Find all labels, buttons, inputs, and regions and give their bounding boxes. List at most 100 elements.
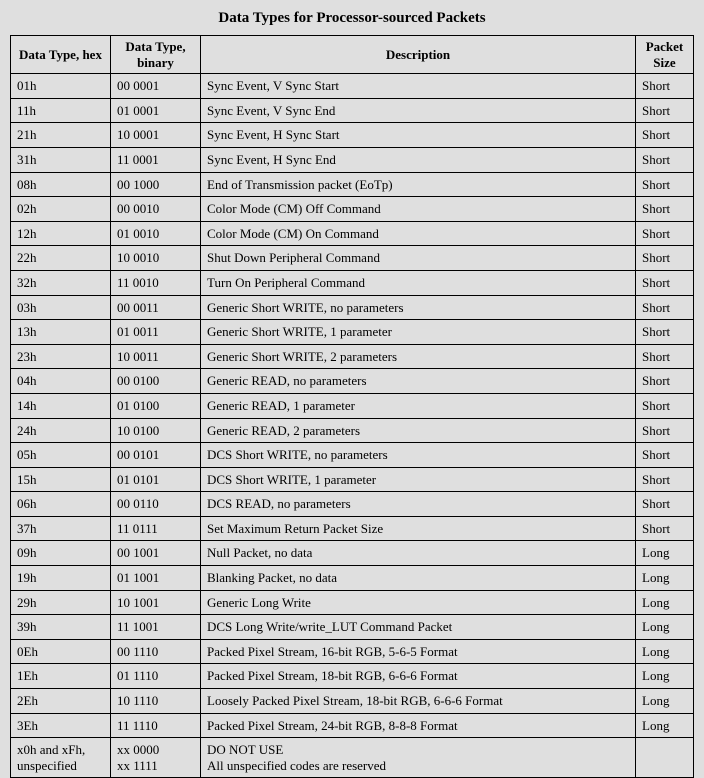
cell-hex: 1Eh [11, 664, 111, 689]
cell-hex: 14h [11, 393, 111, 418]
table-row: 03h00 0011Generic Short WRITE, no parame… [11, 295, 694, 320]
cell-size: Short [636, 98, 694, 123]
cell-size: Long [636, 590, 694, 615]
cell-bin: 01 0101 [111, 467, 201, 492]
table-row: 06h00 0110DCS READ, no parametersShort [11, 492, 694, 517]
cell-size: Long [636, 664, 694, 689]
table-row: 3Eh11 1110Packed Pixel Stream, 24-bit RG… [11, 713, 694, 738]
table-row: 05h00 0101DCS Short WRITE, no parameters… [11, 443, 694, 468]
cell-size: Short [636, 443, 694, 468]
cell-size: Long [636, 713, 694, 738]
cell-bin: 00 1110 [111, 639, 201, 664]
table-row: 13h01 0011Generic Short WRITE, 1 paramet… [11, 320, 694, 345]
cell-bin: 00 0011 [111, 295, 201, 320]
cell-hex: 08h [11, 172, 111, 197]
table-row: 12h01 0010Color Mode (CM) On CommandShor… [11, 221, 694, 246]
cell-desc: Generic Long Write [201, 590, 636, 615]
cell-hex: 12h [11, 221, 111, 246]
table-row: 0Eh00 1110Packed Pixel Stream, 16-bit RG… [11, 639, 694, 664]
cell-size: Short [636, 369, 694, 394]
cell-size: Short [636, 492, 694, 517]
table-header-row: Data Type, hex Data Type, binary Descrip… [11, 36, 694, 74]
cell-desc: Blanking Packet, no data [201, 566, 636, 591]
cell-hex: 21h [11, 123, 111, 148]
cell-size: Short [636, 221, 694, 246]
cell-desc: Generic Short WRITE, 1 parameter [201, 320, 636, 345]
table-row: 32h11 0010Turn On Peripheral CommandShor… [11, 270, 694, 295]
cell-desc: End of Transmission packet (EoTp) [201, 172, 636, 197]
cell-hex: 23h [11, 344, 111, 369]
table-row: 09h00 1001Null Packet, no dataLong [11, 541, 694, 566]
cell-hex: 29h [11, 590, 111, 615]
cell-desc: DCS Short WRITE, no parameters [201, 443, 636, 468]
cell-desc: Packed Pixel Stream, 24-bit RGB, 8-8-8 F… [201, 713, 636, 738]
cell-hex: 09h [11, 541, 111, 566]
cell-size: Short [636, 393, 694, 418]
cell-desc: Generic READ, 1 parameter [201, 393, 636, 418]
table-row: 23h10 0011Generic Short WRITE, 2 paramet… [11, 344, 694, 369]
cell-size: Short [636, 123, 694, 148]
cell-size: Long [636, 541, 694, 566]
cell-desc: Sync Event, H Sync Start [201, 123, 636, 148]
table-row: 39h11 1001DCS Long Write/write_LUT Comma… [11, 615, 694, 640]
cell-bin: 11 0010 [111, 270, 201, 295]
cell-hex: 0Eh [11, 639, 111, 664]
cell-size: Short [636, 516, 694, 541]
cell-desc: Loosely Packed Pixel Stream, 18-bit RGB,… [201, 689, 636, 714]
cell-bin: 11 0001 [111, 147, 201, 172]
cell-bin: 11 1001 [111, 615, 201, 640]
cell-bin: 10 0100 [111, 418, 201, 443]
table-row: 21h10 0001Sync Event, H Sync StartShort [11, 123, 694, 148]
cell-size: Short [636, 246, 694, 271]
cell-desc: Packed Pixel Stream, 16-bit RGB, 5-6-5 F… [201, 639, 636, 664]
table-row: 15h01 0101DCS Short WRITE, 1 parameterSh… [11, 467, 694, 492]
cell-hex: 31h [11, 147, 111, 172]
cell-hex: 15h [11, 467, 111, 492]
cell-size: Short [636, 74, 694, 99]
cell-bin: 01 1110 [111, 664, 201, 689]
cell-bin: 01 0001 [111, 98, 201, 123]
cell-hex: 19h [11, 566, 111, 591]
cell-desc: Generic READ, 2 parameters [201, 418, 636, 443]
cell-desc: Generic Short WRITE, no parameters [201, 295, 636, 320]
table-title: Data Types for Processor-sourced Packets [10, 6, 694, 35]
cell-bin: 11 0111 [111, 516, 201, 541]
cell-size: Short [636, 172, 694, 197]
cell-size: Short [636, 344, 694, 369]
table-row-reserved: x0h and xFh, unspecified xx 0000xx 1111 … [11, 738, 694, 778]
cell-hex: 02h [11, 197, 111, 222]
cell-desc-reserved: DO NOT USEAll unspecified codes are rese… [201, 738, 636, 778]
cell-bin: 00 1000 [111, 172, 201, 197]
cell-hex: 05h [11, 443, 111, 468]
cell-bin: 11 1110 [111, 713, 201, 738]
cell-bin: 10 1001 [111, 590, 201, 615]
cell-desc: DCS READ, no parameters [201, 492, 636, 517]
cell-desc: Shut Down Peripheral Command [201, 246, 636, 271]
cell-hex: 37h [11, 516, 111, 541]
cell-hex: 04h [11, 369, 111, 394]
table-row: 11h01 0001Sync Event, V Sync EndShort [11, 98, 694, 123]
header-size: Packet Size [636, 36, 694, 74]
cell-size: Short [636, 147, 694, 172]
cell-size-reserved [636, 738, 694, 778]
cell-hex-reserved: x0h and xFh, unspecified [11, 738, 111, 778]
cell-desc: Generic Short WRITE, 2 parameters [201, 344, 636, 369]
cell-hex: 22h [11, 246, 111, 271]
cell-size: Short [636, 418, 694, 443]
cell-size: Short [636, 320, 694, 345]
cell-desc: DCS Long Write/write_LUT Command Packet [201, 615, 636, 640]
header-hex: Data Type, hex [11, 36, 111, 74]
table-row: 29h10 1001Generic Long WriteLong [11, 590, 694, 615]
cell-desc: Sync Event, H Sync End [201, 147, 636, 172]
cell-size: Long [636, 615, 694, 640]
cell-size: Long [636, 566, 694, 591]
cell-size: Long [636, 689, 694, 714]
cell-bin: 00 0010 [111, 197, 201, 222]
table-row: 14h01 0100Generic READ, 1 parameterShort [11, 393, 694, 418]
cell-desc: Color Mode (CM) Off Command [201, 197, 636, 222]
cell-hex: 13h [11, 320, 111, 345]
cell-bin: 00 0101 [111, 443, 201, 468]
table-row: 19h01 1001Blanking Packet, no dataLong [11, 566, 694, 591]
table-row: 04h00 0100Generic READ, no parametersSho… [11, 369, 694, 394]
cell-bin: 10 0011 [111, 344, 201, 369]
